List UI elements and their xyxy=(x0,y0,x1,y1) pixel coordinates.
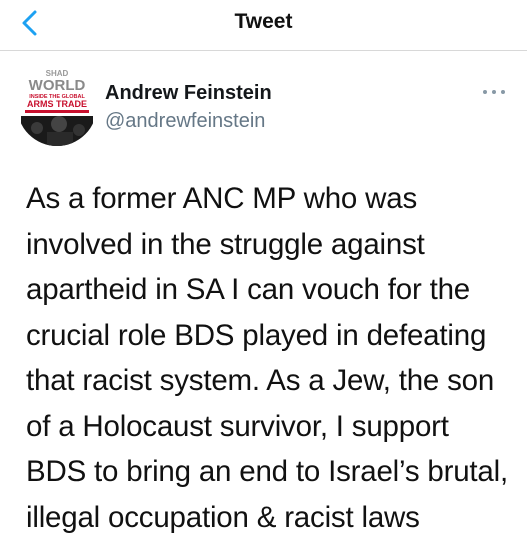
tweet-line: involved in the struggle against xyxy=(26,227,425,261)
tweet-line: BDS to bring an end to Israel’s brutal, xyxy=(26,455,508,488)
more-button[interactable] xyxy=(480,82,510,102)
author-name[interactable]: Andrew Feinstein xyxy=(105,82,272,105)
more-dots-icon xyxy=(483,90,505,94)
page-title: Tweet xyxy=(234,10,293,33)
tweet-line: illegal occupation & racist laws xyxy=(26,500,420,534)
avatar[interactable]: SHAD WORLD INSIDE THE GLOBAL ARMS TRADE xyxy=(17,66,97,146)
avatar-image: SHAD WORLD INSIDE THE GLOBAL ARMS TRADE xyxy=(17,66,97,146)
avatar-line2: WORLD xyxy=(29,77,86,94)
tweet-line: As a former ANC MP who was xyxy=(26,182,417,215)
tweet-line: apartheid in SA I can vouch for the xyxy=(26,273,470,306)
tweet-line: crucial role BDS played in defeating xyxy=(26,318,487,352)
nav-bar: Tweet xyxy=(0,0,527,51)
avatar-line4: ARMS TRADE xyxy=(27,99,87,109)
tweet-line: that racist system. As a Jew, the son xyxy=(26,364,495,397)
tweet-line: of a Holocaust survivor, I support xyxy=(26,409,449,443)
tweet-text: As a former ANC MP who was involved in t… xyxy=(26,176,516,540)
author-handle[interactable]: @andrewfeinstein xyxy=(105,110,265,133)
